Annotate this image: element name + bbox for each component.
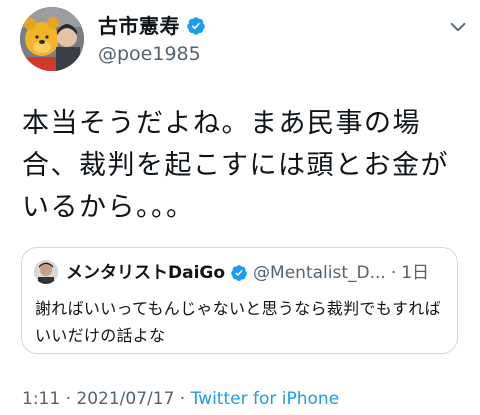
quoted-tweet-text: 謝ればいいってもんじゃないと思うなら裁判でもすればいいだけの話よな (35, 299, 441, 345)
quoted-tweet-card[interactable]: メンタリストDaiGo @Mentalist_D... · 1日 謝ればいいって… (21, 247, 458, 354)
quoted-author-avatar (34, 260, 58, 284)
avatar-photo (20, 7, 84, 71)
author-display-name[interactable]: 古市憲寿 (98, 14, 180, 38)
author-avatar[interactable] (20, 7, 84, 71)
tweet-source-link[interactable]: Twitter for iPhone (191, 389, 340, 409)
tweet-text: 本当そうだよね。まあ民事の場合、裁判を起こすには頭とお金がいるから。。。 (22, 108, 449, 223)
quoted-tweet-header: メンタリストDaiGo @Mentalist_D... · 1日 (66, 262, 447, 284)
quoted-handle: @Mentalist_D... (253, 263, 386, 283)
author-name-row[interactable]: 古市憲寿 (98, 14, 206, 38)
quoted-avatar-photo (34, 260, 58, 284)
meta-separator-2: · (179, 389, 186, 409)
tweet-date[interactable]: 2021/07/17 (76, 389, 174, 409)
verified-badge-icon (187, 17, 205, 35)
quoted-time: 1日 (401, 263, 430, 283)
chevron-down-icon[interactable] (447, 16, 469, 38)
author-handle[interactable]: @poe1985 (98, 43, 201, 65)
tweet-meta: 1:11 · 2021/07/17 · Twitter for iPhone (22, 388, 339, 410)
quoted-display-name: メンタリストDaiGo (66, 263, 226, 283)
quoted-separator: · (390, 263, 397, 283)
meta-separator-1: · (65, 389, 71, 409)
quoted-verified-badge-icon (231, 265, 247, 281)
tweet-time[interactable]: 1:11 (22, 389, 60, 409)
